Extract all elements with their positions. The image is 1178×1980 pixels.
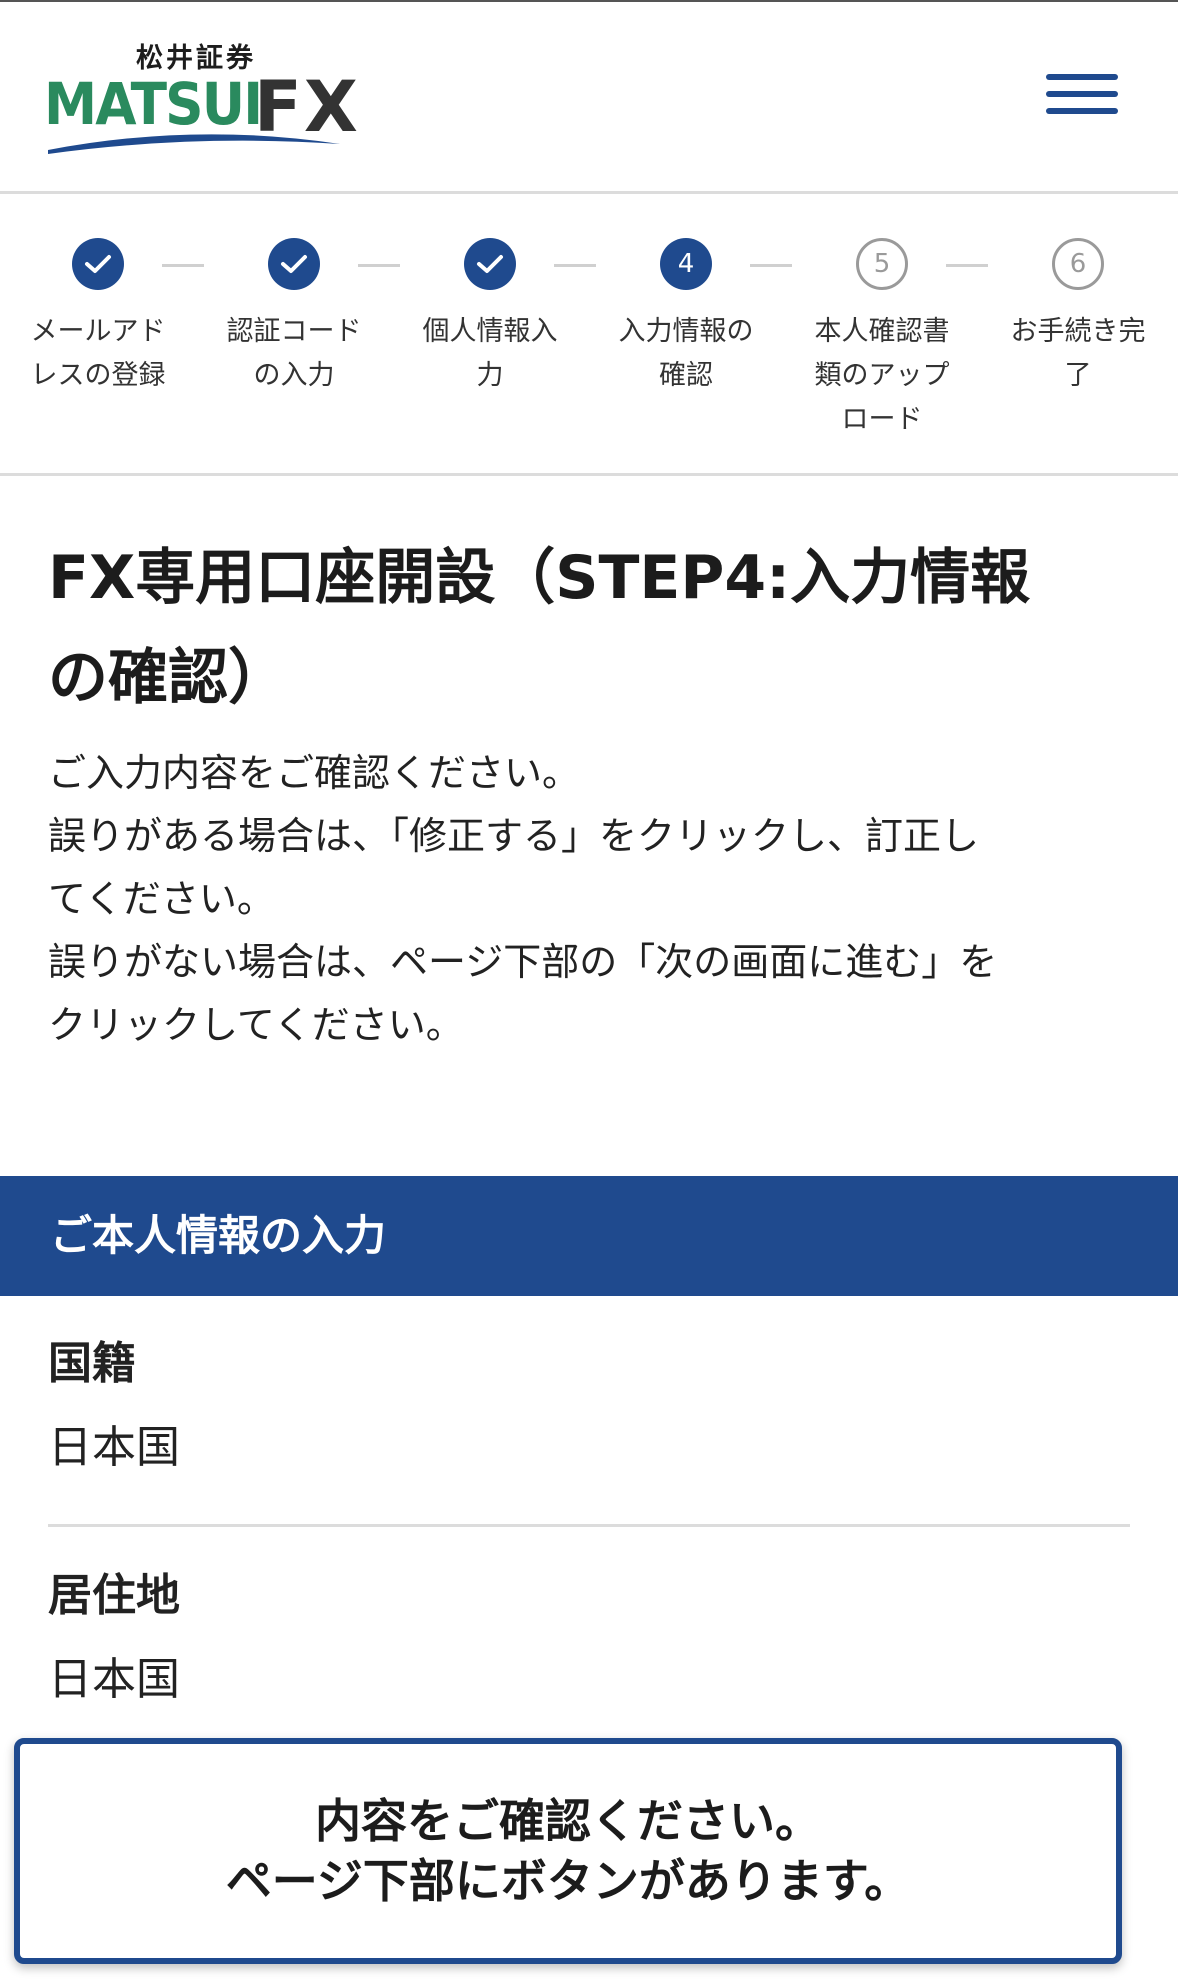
step-5: 5 本人確認書 類のアップ ロード (784, 238, 980, 442)
page-title: FX専用口座開設（STEP4:入力情報 の確認） (48, 543, 1031, 713)
field-residence: 居住地 日本国 (48, 1566, 1130, 1710)
step-number-badge: 6 (1052, 238, 1104, 290)
check-icon (268, 238, 320, 290)
field-label: 国籍 (48, 1338, 136, 1389)
step-label: 認証コード の入力 (226, 316, 362, 391)
floating-notice-banner: 内容をご確認ください。 ページ下部にボタンがあります。 (14, 1738, 1122, 1964)
hamburger-menu-icon[interactable] (1046, 72, 1118, 120)
check-icon (464, 238, 516, 290)
field-value: 日本国 (48, 1422, 180, 1473)
step-label: 入力情報の 確認 (618, 316, 754, 391)
matsui-fx-logo[interactable]: 松井証券 MATSUI FX (44, 36, 364, 166)
step-6: 6 お手続き完了 (980, 238, 1176, 398)
section-header-personal-info: ご本人情報の入力 (0, 1176, 1178, 1296)
progress-stepper: メールアド レスの登録 認証コード の入力 個人情報入力 4 入力情報の 確認 5 本… (0, 194, 1178, 476)
step-1: メールアド レスの登録 (0, 238, 196, 398)
step-label: 個人情報入力 (422, 316, 558, 391)
divider (48, 1524, 1130, 1527)
field-label: 居住地 (48, 1570, 180, 1621)
instructions-text: ご入力内容をご確認ください。 誤りがある場合は、「修正する」をクリックし、訂正し… (48, 751, 998, 1047)
step-2: 認証コード の入力 (196, 238, 392, 398)
logo-swoosh-icon (48, 134, 340, 154)
step-label: お手続き完了 (1010, 316, 1146, 391)
field-nationality: 国籍 日本国 (48, 1334, 1130, 1478)
step-number-badge: 4 (660, 238, 712, 290)
check-icon (72, 238, 124, 290)
notice-line-2: ページ下部にボタンがあります。 (225, 1854, 911, 1908)
step-3: 個人情報入力 (392, 238, 588, 398)
step-label: メールアド レスの登録 (30, 316, 166, 391)
notice-line-1: 内容をご確認ください。 (315, 1794, 821, 1848)
step-number-badge: 5 (856, 238, 908, 290)
field-value: 日本国 (48, 1654, 180, 1705)
step-4: 4 入力情報の 確認 (588, 238, 784, 398)
site-header: 松井証券 MATSUI FX (0, 0, 1178, 194)
step-label: 本人確認書 類のアップ ロード (814, 316, 950, 435)
